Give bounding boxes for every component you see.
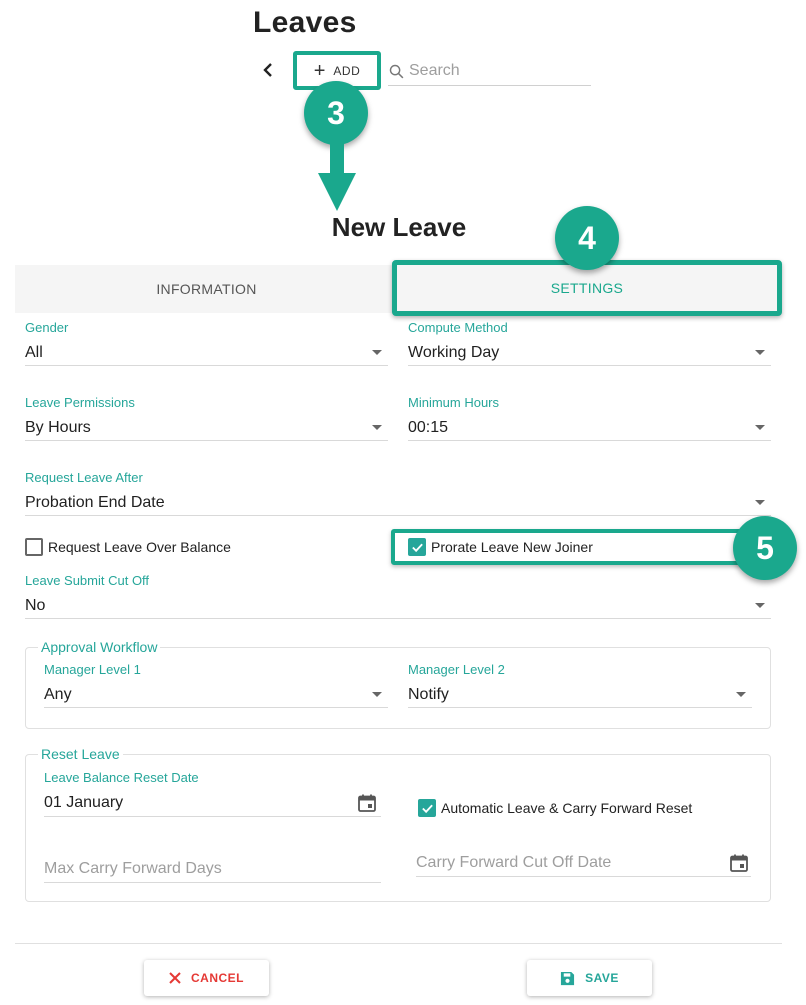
gender-select[interactable]: All [25,340,388,366]
auto-reset-label: Automatic Leave & Carry Forward Reset [441,800,693,816]
reset-date-input[interactable]: 01 January [44,789,381,817]
calendar-icon[interactable] [357,793,377,813]
carry-forward-cutoff-placeholder: Carry Forward Cut Off Date [416,853,612,871]
save-button[interactable]: SAVE [527,960,652,996]
step-badge-4: 4 [555,206,619,270]
close-icon [169,972,181,984]
manager-level-1-value: Any [44,685,72,703]
submit-cut-off-value: No [25,596,46,614]
minimum-hours-select[interactable]: 00:15 [408,415,771,441]
prorate-new-joiner-checkbox[interactable] [408,538,426,556]
search-input[interactable] [409,62,579,80]
step-badge-3: 3 [304,81,368,145]
arrow-down-shaft [330,143,344,175]
max-carry-forward-placeholder: Max Carry Forward Days [44,859,222,877]
arrow-down-icon [318,173,356,211]
dialog-title: New Leave [331,212,467,242]
submit-cut-off-select[interactable]: No [25,593,771,619]
dropdown-arrow-icon [755,500,765,505]
checkmark-icon [411,543,423,552]
dropdown-arrow-icon [755,425,765,430]
prorate-new-joiner-label: Prorate Leave New Joiner [431,539,593,555]
footer-divider [15,943,782,944]
request-leave-after-label: Request Leave After [25,470,143,485]
leave-permissions-select[interactable]: By Hours [25,415,388,441]
search-bar [388,57,591,86]
request-over-balance-checkbox[interactable] [25,538,43,556]
auto-reset-checkbox[interactable] [418,799,436,817]
dropdown-arrow-icon [736,692,746,697]
compute-method-value: Working Day [408,343,500,361]
gender-label: Gender [25,320,69,335]
add-button-label: ADD [333,63,361,78]
dropdown-arrow-icon [372,425,382,430]
cancel-label: CANCEL [191,971,244,985]
step-badge-5: 5 [733,516,797,580]
checkmark-icon [421,804,433,813]
calendar-icon[interactable] [729,853,749,873]
reset-date-value: 01 January [44,793,124,811]
minimum-hours-value: 00:15 [408,418,449,436]
manager-level-1-label: Manager Level 1 [44,662,141,677]
manager-level-2-value: Notify [408,685,449,703]
carry-forward-cutoff-input[interactable]: Carry Forward Cut Off Date [416,849,751,877]
compute-method-label: Compute Method [408,320,508,335]
tab-information[interactable]: INFORMATION [15,265,398,313]
submit-cut-off-label: Leave Submit Cut Off [25,573,150,588]
compute-method-select[interactable]: Working Day [408,340,771,366]
reset-leave-legend: Reset Leave [41,746,120,762]
reset-date-label: Leave Balance Reset Date [44,770,199,785]
cancel-button[interactable]: CANCEL [144,960,269,996]
dropdown-arrow-icon [755,350,765,355]
save-icon [561,971,575,985]
request-leave-after-value: Probation End Date [25,493,165,511]
back-button[interactable] [262,60,278,80]
manager-level-2-label: Manager Level 2 [408,662,505,677]
plus-icon: + [313,59,326,82]
dropdown-arrow-icon [372,350,382,355]
dropdown-arrow-icon [755,603,765,608]
chevron-left-icon [263,63,272,77]
save-label: SAVE [585,971,619,985]
page-title: Leaves [253,6,357,39]
gender-value: All [25,343,43,361]
leave-permissions-value: By Hours [25,418,91,436]
search-icon [389,64,404,78]
request-leave-after-select[interactable]: Probation End Date [25,490,771,516]
manager-level-1-select[interactable]: Any [44,682,388,708]
max-carry-forward-input[interactable]: Max Carry Forward Days [44,855,381,883]
request-over-balance-label: Request Leave Over Balance [48,539,231,555]
approval-workflow-legend: Approval Workflow [41,639,158,655]
dropdown-arrow-icon [372,692,382,697]
leave-permissions-label: Leave Permissions [25,395,135,410]
minimum-hours-label: Minimum Hours [408,395,500,410]
manager-level-2-select[interactable]: Notify [408,682,752,708]
